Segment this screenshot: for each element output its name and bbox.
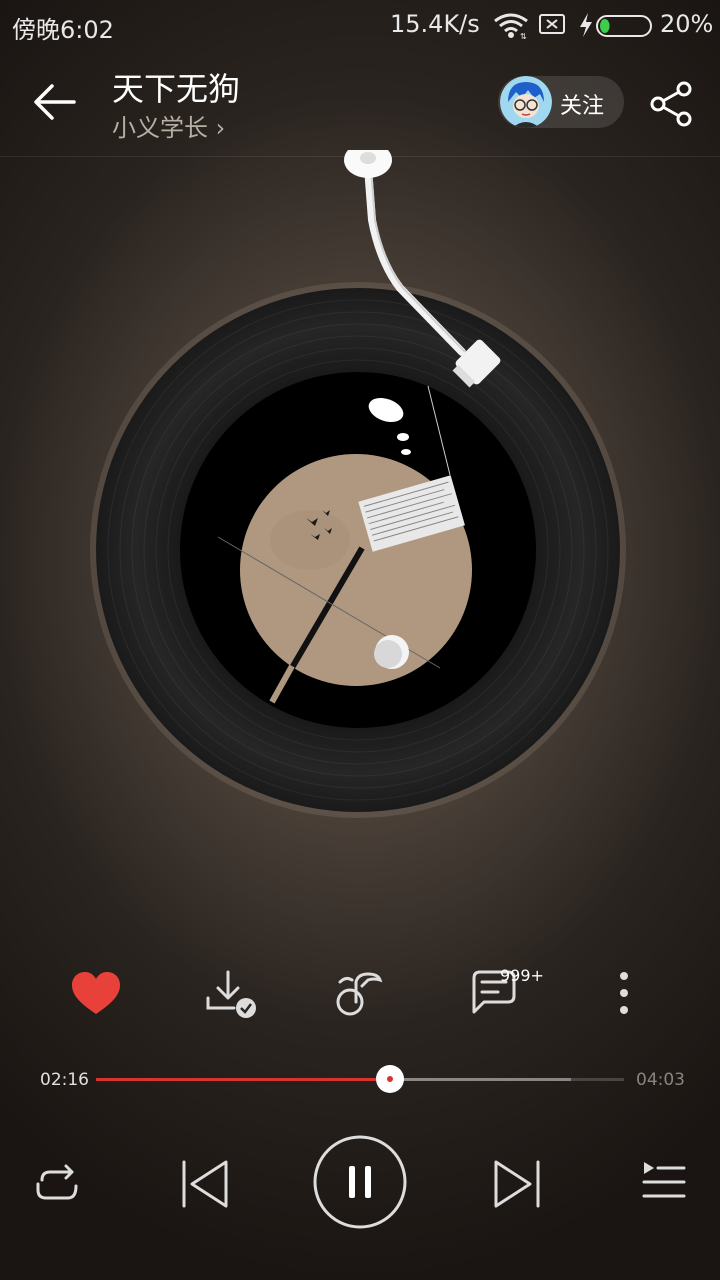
back-icon[interactable] <box>30 80 82 124</box>
total-time: 04:03 <box>636 1070 685 1090</box>
pause-button[interactable] <box>312 1134 408 1230</box>
artist-link[interactable]: 小义学长 › <box>112 108 225 143</box>
played-bar <box>96 1078 391 1081</box>
comment-count-badge: 999+ <box>500 966 544 985</box>
playlist-icon[interactable] <box>640 1158 688 1206</box>
battery-percent: 20% <box>660 10 714 38</box>
follow-label: 关注 <box>560 94 605 119</box>
music-note-icon[interactable] <box>332 966 388 1022</box>
heart-icon[interactable] <box>68 966 124 1022</box>
no-sim-icon <box>539 14 565 34</box>
seek-thumb[interactable] <box>376 1065 405 1093</box>
status-time: 傍晚6:02 <box>12 16 114 44</box>
battery-icon <box>596 15 652 37</box>
song-title: 天下无狗 <box>112 70 241 108</box>
status-bar: 傍晚6:02 15.4K/s ⇅ 20% <box>0 0 720 52</box>
download-done-icon[interactable] <box>204 966 260 1022</box>
seek-track[interactable] <box>96 1065 624 1093</box>
previous-icon[interactable] <box>178 1156 234 1212</box>
charging-icon <box>580 13 592 37</box>
vinyl-record[interactable] <box>0 150 720 930</box>
share-icon[interactable] <box>648 80 696 128</box>
svg-text:⇅: ⇅ <box>520 32 527 40</box>
player-header: 天下无狗 小义学长 › 关注 <box>0 60 720 157</box>
network-speed: 15.4K/s <box>390 10 480 38</box>
action-row: 999+ <box>0 960 720 1030</box>
repeat-icon[interactable] <box>32 1160 82 1210</box>
progress-bar: 02:16 04:03 <box>0 1060 720 1100</box>
pause-icon <box>349 1166 371 1198</box>
next-icon[interactable] <box>488 1156 544 1212</box>
more-icon[interactable] <box>596 966 652 1022</box>
playback-controls <box>0 1130 720 1240</box>
avatar <box>500 76 552 128</box>
current-time: 02:16 <box>40 1070 89 1090</box>
follow-button[interactable]: 关注 <box>498 76 624 128</box>
wifi-icon: ⇅ <box>494 13 528 40</box>
